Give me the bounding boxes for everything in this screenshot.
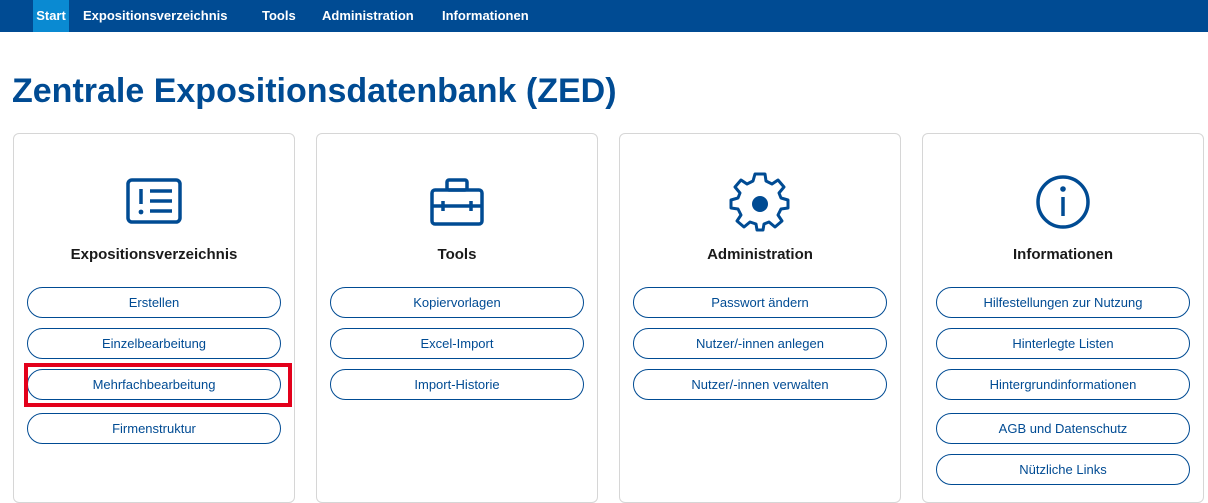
card-title: Administration bbox=[707, 246, 813, 263]
mehrfachbearbeitung-button[interactable]: Mehrfachbearbeitung bbox=[27, 369, 281, 400]
hinterlegte-listen-button[interactable]: Hinterlegte Listen bbox=[936, 328, 1190, 359]
nutzer-verwalten-button[interactable]: Nutzer/-innen verwalten bbox=[633, 369, 887, 400]
nav-start[interactable]: Start bbox=[33, 0, 69, 32]
card-title: Informationen bbox=[1013, 246, 1113, 263]
list-icon bbox=[126, 178, 182, 224]
card-administration: Administration Passwort ändern Nutzer/-i… bbox=[619, 133, 901, 503]
nav-tools[interactable]: Tools bbox=[262, 0, 296, 32]
card-title: Tools bbox=[437, 246, 477, 263]
toolbox-icon bbox=[430, 178, 484, 226]
import-historie-button[interactable]: Import-Historie bbox=[330, 369, 584, 400]
nav-informationen[interactable]: Informationen bbox=[442, 0, 529, 32]
card-expositionsverzeichnis: Expositionsverzeichnis Erstellen Einzelb… bbox=[13, 133, 295, 503]
gear-icon bbox=[729, 172, 790, 232]
nav-expositionsverzeichnis[interactable]: Expositionsverzeichnis bbox=[83, 0, 228, 32]
einzelbearbeitung-button[interactable]: Einzelbearbeitung bbox=[27, 328, 281, 359]
excel-import-button[interactable]: Excel-Import bbox=[330, 328, 584, 359]
card-tools: Tools Kopiervorlagen Excel-Import Import… bbox=[316, 133, 598, 503]
hilfestellungen-button[interactable]: Hilfestellungen zur Nutzung bbox=[936, 287, 1190, 318]
kopiervorlagen-button[interactable]: Kopiervorlagen bbox=[330, 287, 584, 318]
firmenstruktur-button[interactable]: Firmenstruktur bbox=[27, 413, 281, 444]
card-informationen: Informationen Hilfestellungen zur Nutzun… bbox=[922, 133, 1204, 503]
erstellen-button[interactable]: Erstellen bbox=[27, 287, 281, 318]
info-icon bbox=[1036, 175, 1090, 229]
card-title: Expositionsverzeichnis bbox=[70, 246, 238, 263]
nutzer-anlegen-button[interactable]: Nutzer/-innen anlegen bbox=[633, 328, 887, 359]
passwort-aendern-button[interactable]: Passwort ändern bbox=[633, 287, 887, 318]
agb-datenschutz-button[interactable]: AGB und Datenschutz bbox=[936, 413, 1190, 444]
hintergrundinformationen-button[interactable]: Hintergrundinformationen bbox=[936, 369, 1190, 400]
nuetzliche-links-button[interactable]: Nützliche Links bbox=[936, 454, 1190, 485]
page-title: Zentrale Expositionsdatenbank (ZED) bbox=[12, 72, 617, 110]
nav-administration[interactable]: Administration bbox=[322, 0, 414, 32]
top-navigation: Start Expositionsverzeichnis Tools Admin… bbox=[0, 0, 1208, 32]
